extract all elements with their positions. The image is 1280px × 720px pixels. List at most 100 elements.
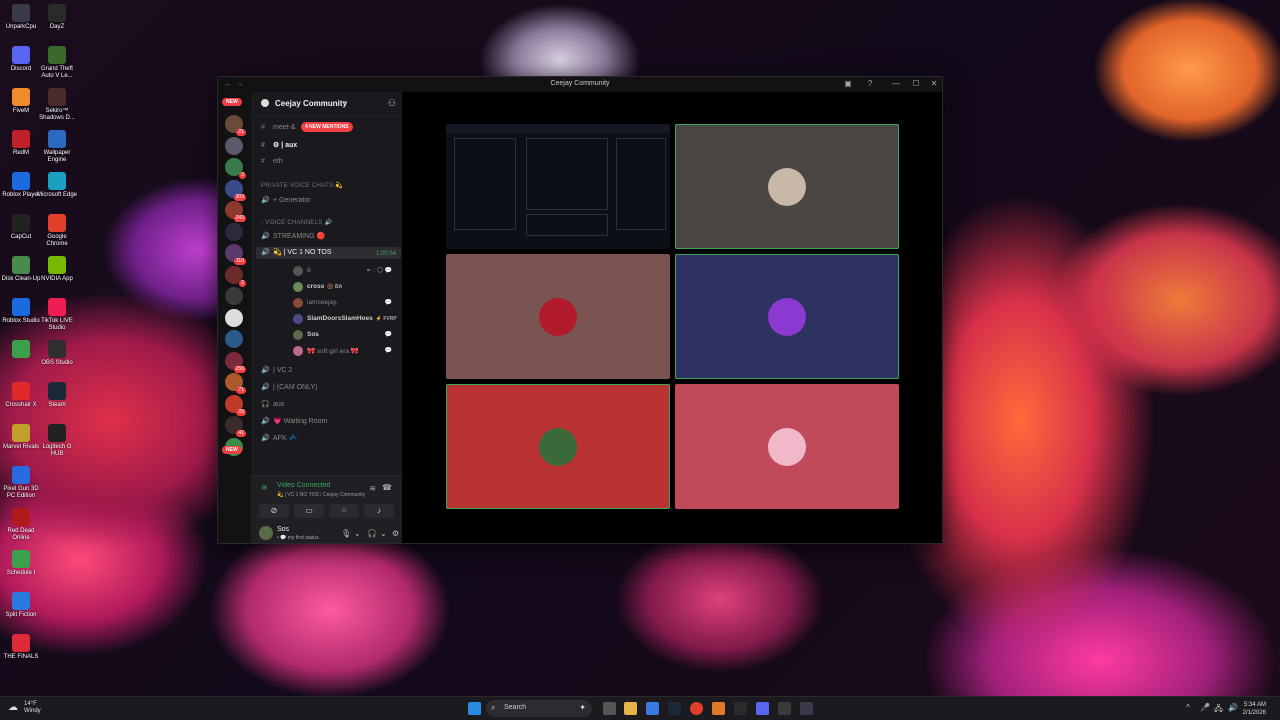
camera-off-button[interactable]: ⊘ — [259, 504, 289, 518]
store-icon[interactable] — [646, 702, 659, 715]
network-icon[interactable]: 🖧 — [1214, 703, 1223, 717]
server-icon[interactable]: 243 — [225, 201, 246, 222]
avatar[interactable] — [259, 526, 273, 540]
minimize-button[interactable]: — — [890, 79, 902, 88]
guild-header[interactable]: Ceejay Community ⌄ ⚇ — [251, 92, 402, 117]
chevron-down-icon[interactable]: ⌄ — [354, 529, 361, 538]
server-icon[interactable] — [225, 222, 243, 241]
app-icon[interactable] — [778, 702, 791, 715]
discord-icon[interactable] — [756, 702, 769, 715]
desktop-icon[interactable]: Logitech G HUB — [36, 424, 78, 458]
desktop-icon[interactable]: Wallpaper Engine — [36, 130, 78, 164]
category-private-voice[interactable]: PRIVATE VOICE CHATS 💫 — [261, 182, 343, 189]
search-input[interactable]: ⌕ Search ✦ — [486, 700, 592, 717]
vlc-icon[interactable] — [712, 702, 725, 715]
channel-streaming[interactable]: 🔊 STREAMING 🔴 — [261, 232, 325, 240]
soundboard-button[interactable]: ♪ — [364, 504, 394, 518]
video-tile[interactable] — [675, 384, 899, 509]
maximize-button[interactable]: ☐ — [910, 79, 922, 88]
voice-channel-path[interactable]: 💫 | VC 1 NO TOS / Ceejay Community — [277, 492, 365, 498]
copilot-icon: ✦ — [579, 703, 586, 712]
channel-aux[interactable]: # ⚙ | aux — [261, 141, 297, 149]
desktop-icon[interactable]: DayZ — [36, 4, 78, 31]
voice-user-row[interactable]: Sos — [293, 330, 319, 340]
chrome-icon[interactable] — [690, 702, 703, 715]
server-icon[interactable]: 2 — [225, 158, 246, 179]
voice-user-row[interactable]: 🎀 soft girl era 🎀 — [293, 346, 359, 356]
disconnect-icon[interactable]: ☎ — [382, 483, 392, 492]
file-explorer-icon[interactable] — [624, 702, 637, 715]
server-icon[interactable] — [225, 330, 243, 348]
start-button[interactable] — [468, 702, 481, 715]
server-icon[interactable] — [225, 287, 243, 305]
desktop-icon[interactable] — [36, 550, 78, 570]
voice-user-row[interactable]: SlamDoorsSlamHoes ⚡ FVRP — [293, 314, 397, 324]
channel-eth[interactable]: # eth — [261, 158, 283, 165]
voice-channel[interactable]: 🎧 aux — [261, 400, 284, 408]
server-icon[interactable]: 41 — [225, 416, 246, 437]
mention-badge: 110 — [234, 258, 246, 265]
desktop-icon[interactable] — [36, 466, 78, 486]
desktop-icon[interactable]: Microsoft Edge — [36, 172, 78, 199]
capcut-icon[interactable] — [734, 702, 747, 715]
server-icon[interactable]: 2 — [225, 265, 246, 287]
voice-user-row[interactable]: cross 🛞 BA — [293, 282, 342, 292]
user-name: cross — [307, 283, 325, 290]
microphone-icon[interactable]: 🎤 — [1200, 703, 1210, 712]
gear-icon[interactable]: ⚙ — [392, 529, 399, 538]
desktop-icon[interactable]: THE FINALS — [0, 634, 42, 661]
desktop-icon[interactable]: OBS Studio — [36, 340, 78, 367]
server-icon[interactable]: 256 — [225, 351, 246, 373]
voice-channel[interactable]: 🔊 | (CAM ONLY) — [261, 383, 317, 391]
category-voice-channels[interactable]: - VOICE CHANNELS 🔊 — [261, 219, 332, 226]
desktop-icon[interactable] — [36, 508, 78, 528]
screen-share-button[interactable]: ▭ — [294, 504, 324, 518]
desktop-icon[interactable]: Grand Theft Auto V Le... — [36, 46, 78, 80]
new-mentions-badge[interactable]: 4 NEW MENTIONS — [301, 122, 353, 132]
voice-user-row[interactable]: iamceejay. — [293, 298, 338, 308]
noise-suppression-icon[interactable]: ≋ — [369, 484, 376, 493]
voice-channel[interactable]: 🔊 AFK 💤 — [261, 434, 297, 442]
screen-share-tile[interactable] — [446, 124, 670, 249]
channel-generator[interactable]: 🔊 + Generator — [261, 196, 311, 204]
voice-channel[interactable]: 🔊 | VC 2 — [261, 366, 292, 374]
tray-overflow-icon[interactable]: ^ — [1186, 703, 1190, 712]
desktop-icon[interactable]: TikTok LIVE Studio — [36, 298, 78, 332]
chevron-down-icon[interactable]: ⌄ — [380, 529, 387, 538]
inbox-icon[interactable]: ▣ — [842, 79, 854, 88]
video-tile[interactable] — [675, 124, 899, 249]
voice-channel[interactable]: 🔊 💗 Waiting Room — [261, 417, 327, 425]
microphone-icon[interactable]: 🎙 — [341, 529, 351, 538]
server-icon[interactable]: 303 — [225, 179, 246, 201]
desktop-icon[interactable] — [36, 592, 78, 612]
task-view-icon[interactable] — [603, 702, 616, 715]
channel-label: | VC 2 — [273, 367, 293, 374]
headphones-icon[interactable]: 🎧 — [367, 529, 377, 538]
channel-meet[interactable]: # meet-& — [261, 124, 296, 131]
voice-connection-panel: ≋ Video Connected 💫 | VC 1 NO TOS / Ceej… — [251, 475, 402, 524]
activities-button[interactable]: ⁘ — [329, 504, 359, 518]
desktop-icon[interactable]: NVIDIA App — [36, 256, 78, 283]
help-icon[interactable]: ? — [864, 79, 876, 88]
volume-icon[interactable]: 🔊 — [1228, 703, 1238, 712]
close-button[interactable]: ✕ — [928, 79, 940, 88]
server-icon[interactable]: 110 — [225, 244, 246, 265]
desktop-icon[interactable]: Sekiro™ Shadows D... — [36, 88, 78, 122]
server-icon[interactable]: 71 — [225, 373, 246, 394]
mention-badge: 41 — [236, 430, 246, 437]
steam-icon[interactable] — [668, 702, 681, 715]
weather-widget[interactable]: 14°F Windy — [24, 701, 41, 715]
server-icon[interactable] — [225, 136, 243, 155]
video-tile[interactable] — [446, 254, 670, 379]
desktop-icon[interactable]: Google Chrome — [36, 214, 78, 248]
app-icon[interactable] — [800, 702, 813, 715]
desktop-icon[interactable]: Steam — [36, 382, 78, 409]
video-tile[interactable] — [446, 384, 670, 509]
video-tile[interactable] — [675, 254, 899, 379]
server-icon[interactable] — [225, 308, 243, 327]
clock[interactable]: 5:34 AM 2/1/2026 — [1243, 701, 1266, 717]
voice-user-row[interactable]: 8 — [293, 266, 311, 276]
invite-icon[interactable]: ⚇ — [388, 98, 396, 109]
server-icon[interactable]: 21 — [225, 115, 246, 136]
server-icon[interactable]: 29 — [225, 394, 246, 416]
